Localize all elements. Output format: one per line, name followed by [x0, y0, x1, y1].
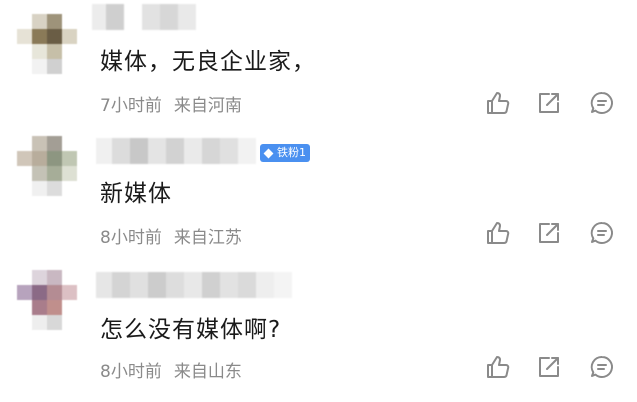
comment-location: 来自江苏	[173, 228, 242, 248]
comment-location: 来自山东	[173, 362, 242, 382]
comment-text: 新媒体	[100, 181, 172, 207]
comment-meta: 8小时前 来自江苏	[100, 223, 242, 248]
share-icon	[539, 223, 559, 243]
comment-text: 怎么没有媒体啊?	[100, 317, 282, 343]
username[interactable]	[92, 4, 196, 30]
diamond-icon	[263, 148, 274, 158]
fan-badge-label: 铁粉1	[277, 146, 306, 159]
share-icon	[539, 357, 559, 377]
thumb-up-icon	[487, 356, 510, 378]
thumb-up-icon	[487, 222, 510, 244]
comment-item: 媒体，无良企业家， 7小时前 来自河南	[0, 0, 637, 134]
reply-button[interactable]	[589, 354, 615, 380]
like-button[interactable]	[485, 220, 511, 246]
avatar[interactable]	[17, 136, 77, 196]
comment-time: 7小时前	[100, 96, 162, 116]
fan-badge: 铁粉1	[260, 144, 310, 162]
share-icon	[539, 93, 559, 113]
comment-item: 怎么没有媒体啊? 8小时前 来自山东	[0, 268, 637, 402]
comment-location: 来自河南	[173, 96, 242, 116]
share-button[interactable]	[536, 220, 562, 246]
like-button[interactable]	[485, 90, 511, 116]
avatar[interactable]	[17, 270, 77, 330]
share-button[interactable]	[536, 90, 562, 116]
comment-item: 铁粉1 新媒体 8小时前 来自江苏	[0, 134, 637, 268]
comment-time: 8小时前	[100, 362, 162, 382]
comment-text: 媒体，无良企业家，	[100, 49, 316, 75]
reply-icon	[590, 91, 613, 114]
username[interactable]	[96, 272, 300, 298]
username[interactable]	[96, 138, 256, 164]
comment-meta: 7小时前 来自河南	[100, 91, 242, 116]
reply-button[interactable]	[589, 90, 615, 116]
comment-time: 8小时前	[100, 228, 162, 248]
avatar[interactable]	[17, 14, 77, 74]
reply-button[interactable]	[589, 220, 615, 246]
reply-icon	[590, 221, 613, 244]
like-button[interactable]	[485, 354, 511, 380]
share-button[interactable]	[536, 354, 562, 380]
reply-icon	[590, 355, 613, 378]
thumb-up-icon	[487, 92, 510, 114]
comment-meta: 8小时前 来自山东	[100, 357, 242, 382]
